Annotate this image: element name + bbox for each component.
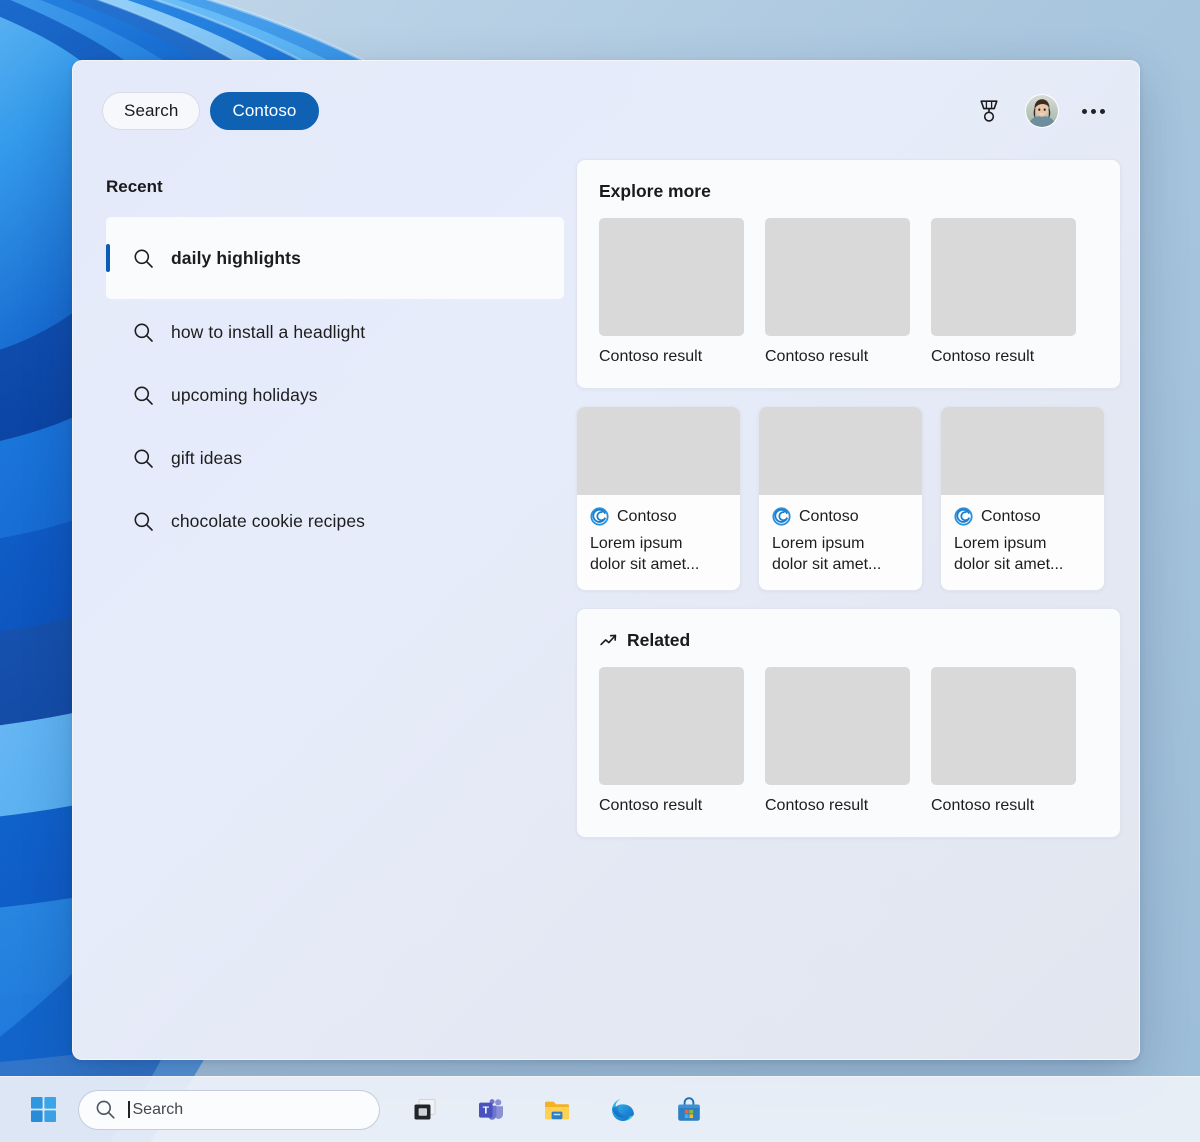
recent-item-label: upcoming holidays — [171, 384, 318, 405]
tile-brand: Contoso — [772, 507, 909, 526]
recent-item-label: daily highlights — [171, 247, 301, 268]
header-actions — [974, 95, 1107, 127]
text-cursor — [128, 1101, 130, 1118]
trending-up-icon — [600, 634, 617, 646]
result-thumbnail — [599, 667, 744, 786]
related-card: Related Contoso result Contoso result Co… — [576, 608, 1121, 839]
start-button[interactable] — [20, 1086, 68, 1134]
explore-result-item[interactable]: Contoso result — [599, 218, 744, 366]
related-result-item[interactable]: Contoso result — [931, 667, 1076, 815]
task-view-button[interactable] — [401, 1086, 449, 1134]
tile-thumbnail — [941, 407, 1104, 495]
search-scope-pills: Search Contoso — [102, 92, 319, 130]
recent-item-label: gift ideas — [171, 447, 243, 468]
result-caption: Contoso result — [599, 348, 703, 365]
windows-logo-icon — [31, 1096, 56, 1122]
related-results: Contoso result Contoso result Contoso re… — [599, 667, 1120, 815]
tile-brand-name: Contoso — [981, 507, 1041, 525]
scope-pill-contoso[interactable]: Contoso — [210, 92, 319, 130]
taskbar-search-placeholder: Search — [132, 1100, 184, 1118]
related-title-row: Related — [599, 630, 1120, 651]
tile-brand: Contoso — [590, 507, 727, 526]
microsoft-teams-icon: T — [479, 1098, 503, 1120]
result-caption: Contoso result — [931, 348, 1035, 365]
tile-body: Contoso Lorem ipsum dolor sit amet... — [941, 495, 1104, 590]
avatar-image — [1026, 95, 1058, 127]
tile-description: Lorem ipsum dolor sit amet... — [772, 535, 882, 574]
recent-item-label: chocolate cookie recipes — [171, 510, 366, 531]
related-title: Related — [627, 630, 691, 651]
search-icon — [133, 385, 154, 406]
tile-description: Lorem ipsum dolor sit amet... — [590, 535, 700, 574]
recent-item-gift-ideas[interactable]: gift ideas — [106, 435, 578, 481]
contoso-tiles-row: Contoso Lorem ipsum dolor sit amet... Co… — [576, 406, 1121, 592]
tile-body: Contoso Lorem ipsum dolor sit amet... — [759, 495, 922, 590]
desktop: Search Contoso Recent daily highlights h… — [0, 0, 1200, 1142]
microsoft-edge-icon — [612, 1098, 634, 1121]
recent-item-upcoming-holidays[interactable]: upcoming holidays — [106, 372, 578, 418]
related-result-item[interactable]: Contoso result — [599, 667, 744, 815]
result-caption: Contoso result — [931, 797, 1035, 815]
task-view-icon — [414, 1098, 436, 1119]
more-options-dot — [1091, 108, 1096, 114]
explore-more-title: Explore more — [599, 181, 711, 201]
search-icon — [133, 448, 154, 469]
tile-description: Lorem ipsum dolor sit amet... — [954, 535, 1064, 574]
scope-pill-search[interactable]: Search — [102, 92, 201, 130]
result-caption: Contoso result — [765, 348, 869, 365]
explore-more-results: Contoso result Contoso result Contoso re… — [599, 218, 1120, 366]
tile-brand: Contoso — [954, 507, 1091, 526]
related-result-item[interactable]: Contoso result — [765, 667, 910, 815]
result-thumbnail — [931, 218, 1076, 336]
result-thumbnail — [599, 218, 744, 336]
result-thumbnail — [931, 667, 1076, 786]
panel-header: Search Contoso — [73, 61, 1139, 161]
contoso-tile[interactable]: Contoso Lorem ipsum dolor sit amet... — [576, 406, 741, 592]
more-options-dot — [1100, 108, 1105, 114]
recent-item-daily-highlights[interactable]: daily highlights — [106, 217, 564, 299]
recent-searches-column: Recent daily highlights how to install a… — [73, 161, 578, 561]
tile-brand-name: Contoso — [799, 507, 859, 525]
more-options-button[interactable] — [1080, 103, 1107, 120]
recent-heading: Recent — [106, 177, 163, 196]
search-icon — [133, 511, 154, 532]
search-flyout-panel: Search Contoso Recent daily highlights h… — [72, 60, 1140, 1060]
contoso-logo-icon — [590, 507, 609, 526]
recent-item-how-to-install-a-headlight[interactable]: how to install a headlight — [106, 309, 578, 355]
search-icon — [133, 322, 154, 343]
search-icon — [133, 248, 154, 269]
microsoft-store-button[interactable] — [665, 1086, 713, 1134]
explore-result-item[interactable]: Contoso result — [931, 218, 1076, 366]
results-column: Explore more Contoso result Contoso resu… — [576, 159, 1121, 839]
tile-body: Contoso Lorem ipsum dolor sit amet... — [577, 495, 740, 590]
result-thumbnail — [765, 218, 910, 336]
user-avatar[interactable] — [1026, 95, 1058, 127]
more-options-dot — [1082, 108, 1087, 114]
microsoft-edge-button[interactable] — [599, 1086, 647, 1134]
microsoft-teams-button[interactable]: T — [467, 1086, 515, 1134]
result-caption: Contoso result — [599, 797, 703, 815]
contoso-tile[interactable]: Contoso Lorem ipsum dolor sit amet... — [940, 406, 1105, 592]
contoso-tile[interactable]: Contoso Lorem ipsum dolor sit amet... — [758, 406, 923, 592]
result-caption: Contoso result — [765, 797, 869, 815]
tile-brand-name: Contoso — [617, 507, 677, 525]
rewards-medal-button[interactable] — [974, 95, 1004, 127]
file-explorer-icon — [545, 1101, 569, 1119]
svg-text:T: T — [483, 1104, 490, 1116]
result-thumbnail — [765, 667, 910, 786]
taskbar-search-box[interactable]: Search — [78, 1089, 380, 1130]
taskbar: Search T — [0, 1076, 1200, 1142]
contoso-logo-icon — [772, 507, 791, 526]
recent-item-label: how to install a headlight — [171, 321, 366, 342]
search-icon — [96, 1100, 115, 1119]
rewards-medal-icon — [980, 100, 998, 122]
tile-thumbnail — [759, 407, 922, 495]
explore-more-card: Explore more Contoso result Contoso resu… — [576, 159, 1121, 389]
recent-item-chocolate-cookie-recipes[interactable]: chocolate cookie recipes — [106, 498, 578, 544]
contoso-logo-icon — [954, 507, 973, 526]
file-explorer-button[interactable] — [533, 1086, 581, 1134]
explore-result-item[interactable]: Contoso result — [765, 218, 910, 366]
tile-thumbnail — [577, 407, 740, 495]
microsoft-store-icon — [678, 1096, 700, 1121]
